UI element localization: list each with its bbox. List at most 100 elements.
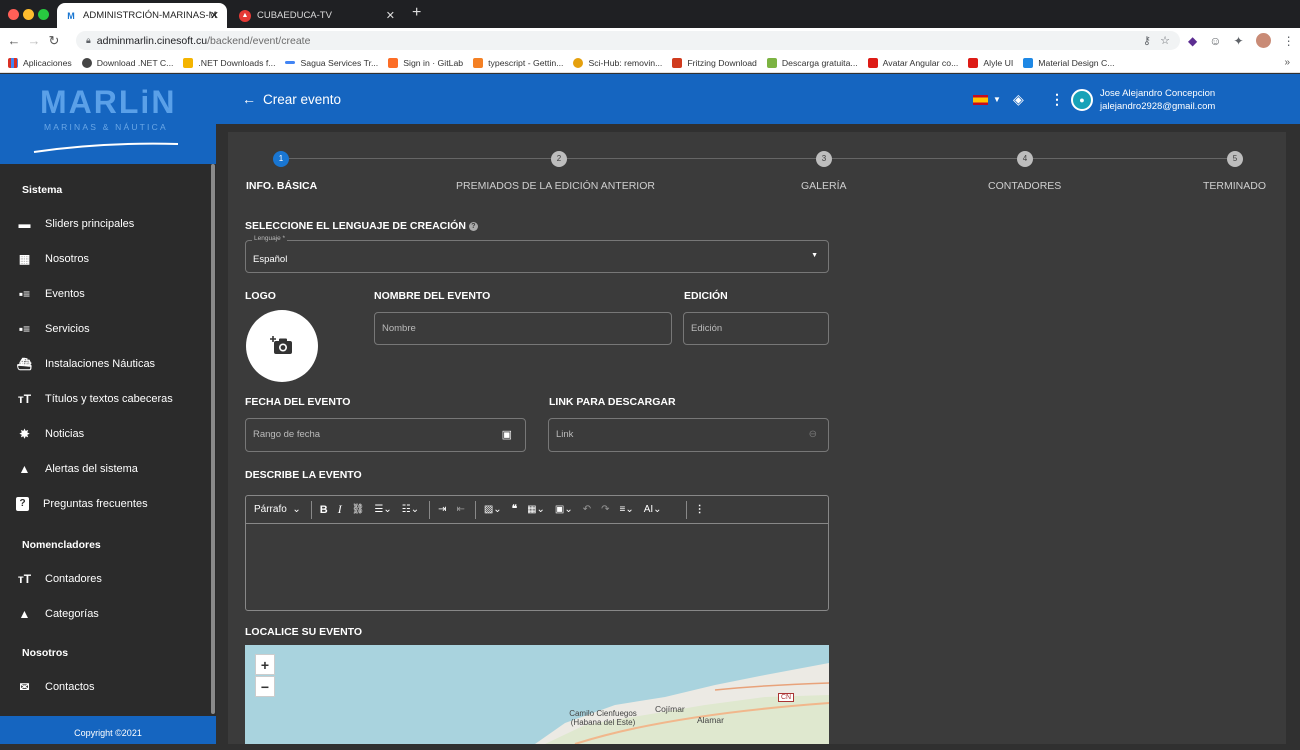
- avatar[interactable]: ●: [1071, 89, 1093, 111]
- map[interactable]: + − Camilo Cienfuegos (Habana del Este) …: [245, 645, 829, 744]
- step-1-dot[interactable]: 1: [273, 151, 289, 167]
- paragraph-format-dropdown[interactable]: Párrafo ⌄: [254, 504, 301, 515]
- browser-tab-active[interactable]: M ADMINISTRCIÓN-MARINAS-M ✕: [57, 3, 227, 28]
- sidebar-item-label: Títulos y textos cabeceras: [45, 392, 173, 405]
- step-4-label[interactable]: CONTADORES: [988, 180, 1061, 192]
- zoom-out-button[interactable]: −: [255, 676, 275, 697]
- zoom-in-button[interactable]: +: [255, 654, 275, 675]
- new-tab-icon[interactable]: +: [412, 4, 421, 22]
- sidebar-item-contadores[interactable]: тT Contadores: [0, 561, 216, 596]
- step-3-dot[interactable]: 3: [816, 151, 832, 167]
- sidebar-item-contactos[interactable]: ✉ Contactos: [0, 669, 216, 704]
- sidebar-item-instalaciones[interactable]: ⛴ Instalaciones Náuticas: [0, 346, 216, 381]
- bookmark-item[interactable]: Sagua Services Tr...: [285, 58, 378, 68]
- sidebar-item-alertas[interactable]: ▲ Alertas del sistema: [0, 451, 216, 486]
- bookmark-item[interactable]: Download .NET C...: [81, 57, 173, 68]
- undo-icon[interactable]: ↶: [583, 504, 591, 515]
- reload-icon[interactable]: ↻: [44, 33, 64, 49]
- sidebar-item-label: Eventos: [45, 287, 85, 300]
- indent-icon[interactable]: ⇥: [438, 504, 446, 515]
- sidebar-scrollbar[interactable]: [211, 164, 215, 714]
- close-window-button[interactable]: [8, 9, 19, 20]
- sidebar-item-servicios[interactable]: ▪≡ Servicios: [0, 311, 216, 346]
- logo-upload[interactable]: [246, 310, 318, 382]
- date-range-input[interactable]: Rango de fecha ▣: [245, 418, 526, 452]
- step-3-label[interactable]: GALERÍA: [801, 180, 847, 192]
- brand-logo[interactable]: MARLiN MARINAS & NÁUTICA: [0, 74, 216, 164]
- sidebar-item-titulos[interactable]: тT Títulos y textos cabeceras: [0, 381, 216, 416]
- sidebar-item-categorias[interactable]: ▲ Categorías: [0, 596, 216, 631]
- address-bar[interactable]: 🔒︎ adminmarlin.cinesoft.cu/backend/event…: [76, 31, 1180, 50]
- language-select[interactable]: Lenguaje * Español ▼: [245, 235, 829, 273]
- redo-icon[interactable]: ↷: [601, 504, 609, 515]
- bulleted-list-icon[interactable]: ☰⌄: [374, 504, 391, 515]
- apps-grid-icon: [8, 57, 18, 68]
- extension-icon[interactable]: ☺: [1209, 34, 1221, 48]
- more-options-icon[interactable]: ⋮: [695, 504, 705, 515]
- link-icon[interactable]: ⛓: [352, 504, 365, 515]
- editor-body[interactable]: [246, 524, 828, 610]
- sidebar-item-nosotros[interactable]: ▦ Nosotros: [0, 241, 216, 276]
- bookmark-item[interactable]: Alyle UI: [968, 57, 1013, 68]
- extension-icon[interactable]: ◆: [1188, 34, 1197, 48]
- list-icon: ▪≡: [18, 321, 31, 336]
- slider-icon: ▬: [18, 216, 31, 231]
- bookmark-item[interactable]: Aplicaciones: [8, 57, 72, 68]
- browser-tab[interactable]: ▲ CUBAEDUCA-TV ✕: [231, 3, 403, 28]
- calendar-icon[interactable]: ▣: [502, 428, 512, 441]
- close-tab-icon[interactable]: ✕: [386, 9, 395, 22]
- bookmark-item[interactable]: Descarga gratuita...: [766, 57, 858, 68]
- outdent-icon[interactable]: ⇤: [456, 504, 464, 515]
- image-icon[interactable]: ▨⌄: [484, 504, 502, 515]
- help-icon[interactable]: ?: [468, 222, 478, 231]
- download-link-input[interactable]: Link ⊖: [548, 418, 829, 452]
- sidebar-item-preguntas[interactable]: ? Preguntas frecuentes: [0, 486, 216, 521]
- spain-flag-icon[interactable]: [973, 95, 988, 105]
- bookmark-item[interactable]: Avatar Angular co...: [867, 57, 958, 68]
- bookmark-item[interactable]: Material Design C...: [1023, 57, 1115, 68]
- sidebar-section-title: Nosotros: [22, 647, 69, 659]
- step-4-dot[interactable]: 4: [1017, 151, 1033, 167]
- browser-menu-icon[interactable]: ⋮: [1283, 34, 1295, 48]
- back-arrow-icon[interactable]: ←: [4, 33, 24, 48]
- browser-tabstrip: M ADMINISTRCIÓN-MARINAS-M ✕ ▲ CUBAEDUCA-…: [0, 0, 1300, 28]
- italic-icon[interactable]: I: [338, 502, 342, 517]
- profile-avatar-icon[interactable]: [1255, 33, 1271, 48]
- minimize-window-button[interactable]: [23, 9, 34, 20]
- more-vert-icon[interactable]: ⋮: [1050, 91, 1064, 108]
- fritzing-icon: [672, 57, 683, 68]
- bookmark-item[interactable]: .NET Downloads f...: [183, 57, 275, 68]
- back-arrow-icon[interactable]: ←: [242, 91, 256, 107]
- toolbar-divider: [429, 500, 431, 519]
- close-tab-icon[interactable]: ✕: [210, 9, 219, 22]
- font-size-icon[interactable]: AI⌄: [644, 504, 662, 515]
- media-icon[interactable]: ▣⌄: [555, 504, 573, 515]
- sidebar-item-sliders[interactable]: ▬ Sliders principales: [0, 206, 216, 241]
- forward-arrow-icon[interactable]: →: [24, 33, 44, 48]
- sidebar-item-eventos[interactable]: ▪≡ Eventos: [0, 276, 216, 311]
- numbered-list-icon[interactable]: ☷⌄: [402, 504, 419, 515]
- bookmark-item[interactable]: Sign in · GitLab: [388, 57, 463, 68]
- bookmark-item[interactable]: Fritzing Download: [672, 57, 757, 68]
- bold-icon[interactable]: B: [320, 504, 328, 516]
- step-5-label[interactable]: TERMINADO: [1203, 180, 1266, 192]
- align-icon[interactable]: ≡⌄: [620, 504, 634, 515]
- more-bookmarks-icon[interactable]: »: [1284, 57, 1290, 68]
- step-5-dot[interactable]: 5: [1227, 151, 1243, 167]
- event-name-input[interactable]: Nombre: [374, 312, 672, 345]
- edition-input[interactable]: Edición: [683, 312, 829, 345]
- puzzle-extensions-icon[interactable]: ✦: [1234, 34, 1244, 48]
- key-star-icons[interactable]: ⚷ ☆: [1143, 34, 1170, 47]
- paint-bucket-icon[interactable]: ◈: [1013, 91, 1024, 108]
- chevron-down-icon[interactable]: ▼: [993, 95, 1001, 104]
- step-2-label[interactable]: PREMIADOS DE LA EDICIÓN ANTERIOR: [456, 180, 655, 192]
- user-info[interactable]: Jose Alejandro Concepcion jalejandro2928…: [1100, 87, 1215, 113]
- bookmark-item[interactable]: Sci-Hub: removin...: [573, 57, 662, 68]
- sidebar-item-noticias[interactable]: ✸ Noticias: [0, 416, 216, 451]
- quote-icon[interactable]: ❝: [512, 504, 517, 515]
- table-icon[interactable]: ▦⌄: [527, 504, 545, 515]
- step-1-label[interactable]: INFO. BÁSICA: [246, 180, 317, 192]
- step-2-dot[interactable]: 2: [551, 151, 567, 167]
- maximize-window-button[interactable]: [38, 9, 49, 20]
- bookmark-item[interactable]: typescript - Gettin...: [473, 57, 563, 68]
